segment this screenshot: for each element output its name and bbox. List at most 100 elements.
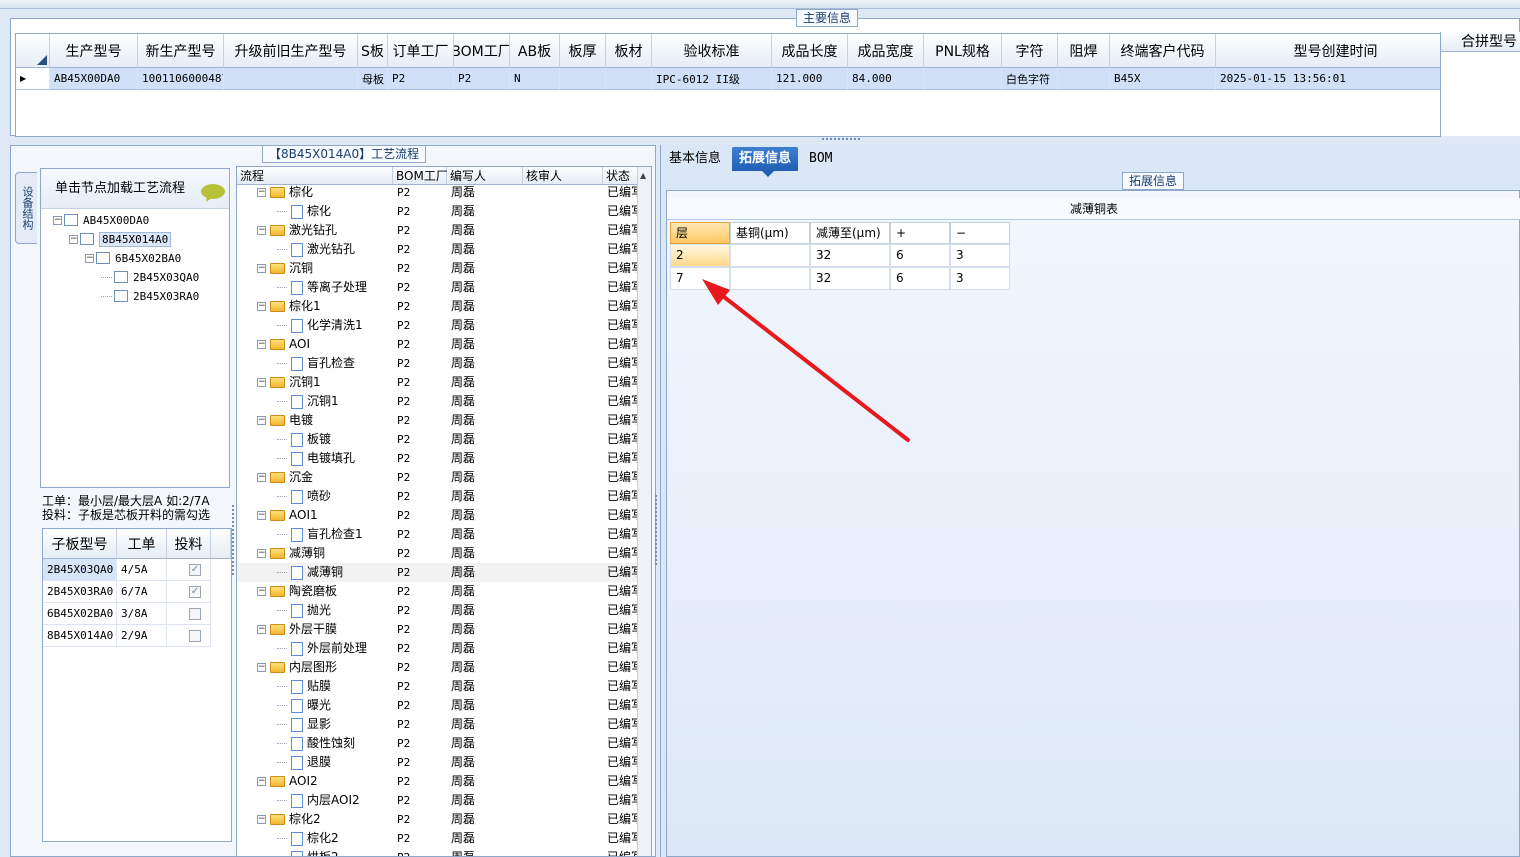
flow-reviewer-cell[interactable] [523, 734, 603, 753]
flow-reviewer-cell[interactable] [523, 316, 603, 335]
flow-writer-cell[interactable]: 周磊 [451, 791, 523, 810]
collapse-icon[interactable]: − [257, 188, 266, 197]
flow-name-cell[interactable]: − 棕化 [237, 183, 393, 202]
flow-row[interactable]: − 电镀 P2周磊 已编写 [237, 411, 639, 430]
sub-feed-cell[interactable] [167, 625, 211, 647]
flow-status-cell[interactable]: 已编写 [607, 791, 639, 810]
flow-reviewer-cell[interactable] [523, 620, 603, 639]
flow-row[interactable]: 棕化 P2周磊 已编写 [237, 202, 639, 221]
flow-factory-cell[interactable]: P2 [397, 411, 447, 430]
flow-row[interactable]: 酸性蚀刻 P2周磊 已编写 [237, 734, 639, 753]
flow-name-cell[interactable]: − 激光钻孔 [237, 221, 393, 240]
flow-reviewer-cell[interactable] [523, 487, 603, 506]
flow-row[interactable]: 贴膜 P2周磊 已编写 [237, 677, 639, 696]
flow-writer-cell[interactable]: 周磊 [451, 601, 523, 620]
flow-reviewer-cell[interactable] [523, 259, 603, 278]
flow-row[interactable]: − 棕化1 P2周磊 已编写 [237, 297, 639, 316]
grid-cell[interactable]: 121.000 [772, 68, 848, 90]
grid-cell[interactable]: 母板 [358, 68, 388, 90]
sub-model-cell[interactable]: 2B45X03QA0 [43, 559, 117, 581]
flow-row[interactable]: − AOI2 P2周磊 已编写 [237, 772, 639, 791]
collapse-icon[interactable]: − [257, 473, 266, 482]
tab-1[interactable]: 拓展信息 [732, 147, 799, 177]
flow-row[interactable]: − 内层图形 P2周磊 已编写 [237, 658, 639, 677]
flow-factory-cell[interactable]: P2 [397, 335, 447, 354]
flow-writer-cell[interactable]: 周磊 [451, 677, 523, 696]
flow-row[interactable]: − 减薄铜 P2周磊 已编写 [237, 544, 639, 563]
flow-status-cell[interactable]: 已编写 [607, 278, 639, 297]
flow-reviewer-cell[interactable] [523, 525, 603, 544]
flow-status-cell[interactable]: 已编写 [607, 848, 639, 856]
flow-writer-cell[interactable]: 周磊 [451, 506, 523, 525]
flow-factory-cell[interactable]: P2 [397, 316, 447, 335]
flow-factory-cell[interactable]: P2 [397, 848, 447, 856]
flow-writer-cell[interactable]: 周磊 [451, 525, 523, 544]
flow-row[interactable]: 喷砂 P2周磊 已编写 [237, 487, 639, 506]
flow-name-cell[interactable]: 板镀 [237, 430, 393, 449]
flow-factory-cell[interactable]: P2 [397, 221, 447, 240]
sub-order-cell[interactable]: 4/5A [117, 559, 167, 581]
flow-row[interactable]: 棕化2 P2周磊 已编写 [237, 829, 639, 848]
flow-writer-cell[interactable]: 周磊 [451, 734, 523, 753]
grid-cell[interactable]: P2 [388, 68, 454, 90]
flow-factory-cell[interactable]: P2 [397, 373, 447, 392]
flow-reviewer-cell[interactable] [523, 658, 603, 677]
collapse-icon[interactable]: − [257, 587, 266, 596]
sub-feed-cell[interactable]: ✓ [167, 559, 211, 581]
flow-row[interactable]: 电镀填孔 P2周磊 已编写 [237, 449, 639, 468]
flow-factory-cell[interactable]: P2 [397, 753, 447, 772]
tree-node[interactable]: 2B45X03RA0 [101, 287, 199, 305]
sub-feed-cell[interactable]: ✓ [167, 581, 211, 603]
flow-name-cell[interactable]: − 沉铜1 [237, 373, 393, 392]
flow-status-cell[interactable]: 已编写 [607, 411, 639, 430]
tree-node[interactable]: − 6B45X02BA0 [85, 249, 181, 267]
flow-writer-cell[interactable]: 周磊 [451, 772, 523, 791]
flow-reviewer-cell[interactable] [523, 810, 603, 829]
flow-row[interactable]: 盲孔检查 P2周磊 已编写 [237, 354, 639, 373]
grid-cell[interactable]: B45X [1110, 68, 1216, 90]
flow-name-cell[interactable]: 显影 [237, 715, 393, 734]
flow-name-cell[interactable]: 烘板2 [237, 848, 393, 856]
flow-name-cell[interactable]: − 内层图形 [237, 658, 393, 677]
collapse-icon[interactable]: − [53, 215, 62, 225]
flow-row[interactable]: − 激光钻孔 P2周磊 已编写 [237, 221, 639, 240]
vertical-scrollbar[interactable]: ▲ [637, 167, 651, 856]
flow-reviewer-cell[interactable] [523, 335, 603, 354]
grid-cell[interactable] [224, 68, 358, 90]
flow-factory-cell[interactable]: P2 [397, 620, 447, 639]
tree-node[interactable]: 2B45X03QA0 [101, 268, 199, 286]
grid-cell[interactable]: P2 [454, 68, 510, 90]
flow-factory-cell[interactable]: P2 [397, 259, 447, 278]
flow-name-cell[interactable]: − 棕化1 [237, 297, 393, 316]
flow-reviewer-cell[interactable] [523, 354, 603, 373]
flow-factory-cell[interactable]: P2 [397, 734, 447, 753]
sub-order-cell[interactable]: 2/9A [117, 625, 167, 647]
collapse-icon[interactable]: − [257, 549, 266, 558]
flow-name-cell[interactable]: − 外层干膜 [237, 620, 393, 639]
flow-name-cell[interactable]: 外层前处理 [237, 639, 393, 658]
flow-writer-cell[interactable]: 周磊 [451, 411, 523, 430]
flow-reviewer-cell[interactable] [523, 544, 603, 563]
grid-cell[interactable] [560, 68, 606, 90]
flow-status-cell[interactable]: 已编写 [607, 202, 639, 221]
flow-factory-cell[interactable]: P2 [397, 240, 447, 259]
flow-factory-cell[interactable]: P2 [397, 715, 447, 734]
flow-writer-cell[interactable]: 周磊 [451, 829, 523, 848]
flow-reviewer-cell[interactable] [523, 297, 603, 316]
collapse-icon[interactable]: − [257, 416, 266, 425]
flow-row[interactable]: − 沉金 P2周磊 已编写 [237, 468, 639, 487]
flow-writer-cell[interactable]: 周磊 [451, 468, 523, 487]
flow-status-cell[interactable]: 已编写 [607, 810, 639, 829]
flow-name-cell[interactable]: − 陶瓷磨板 [237, 582, 393, 601]
grid-cell[interactable]: 84.000 [848, 68, 924, 90]
flow-writer-cell[interactable]: 周磊 [451, 202, 523, 221]
flow-factory-cell[interactable]: P2 [397, 392, 447, 411]
sub-model-cell[interactable]: 8B45X014A0 [43, 625, 117, 647]
flow-status-cell[interactable]: 已编写 [607, 525, 639, 544]
flow-factory-cell[interactable]: P2 [397, 202, 447, 221]
flow-writer-cell[interactable]: 周磊 [451, 316, 523, 335]
flow-name-cell[interactable]: 化学清洗1 [237, 316, 393, 335]
flow-factory-cell[interactable]: P2 [397, 772, 447, 791]
flow-reviewer-cell[interactable] [523, 449, 603, 468]
collapse-icon[interactable]: − [257, 777, 266, 786]
